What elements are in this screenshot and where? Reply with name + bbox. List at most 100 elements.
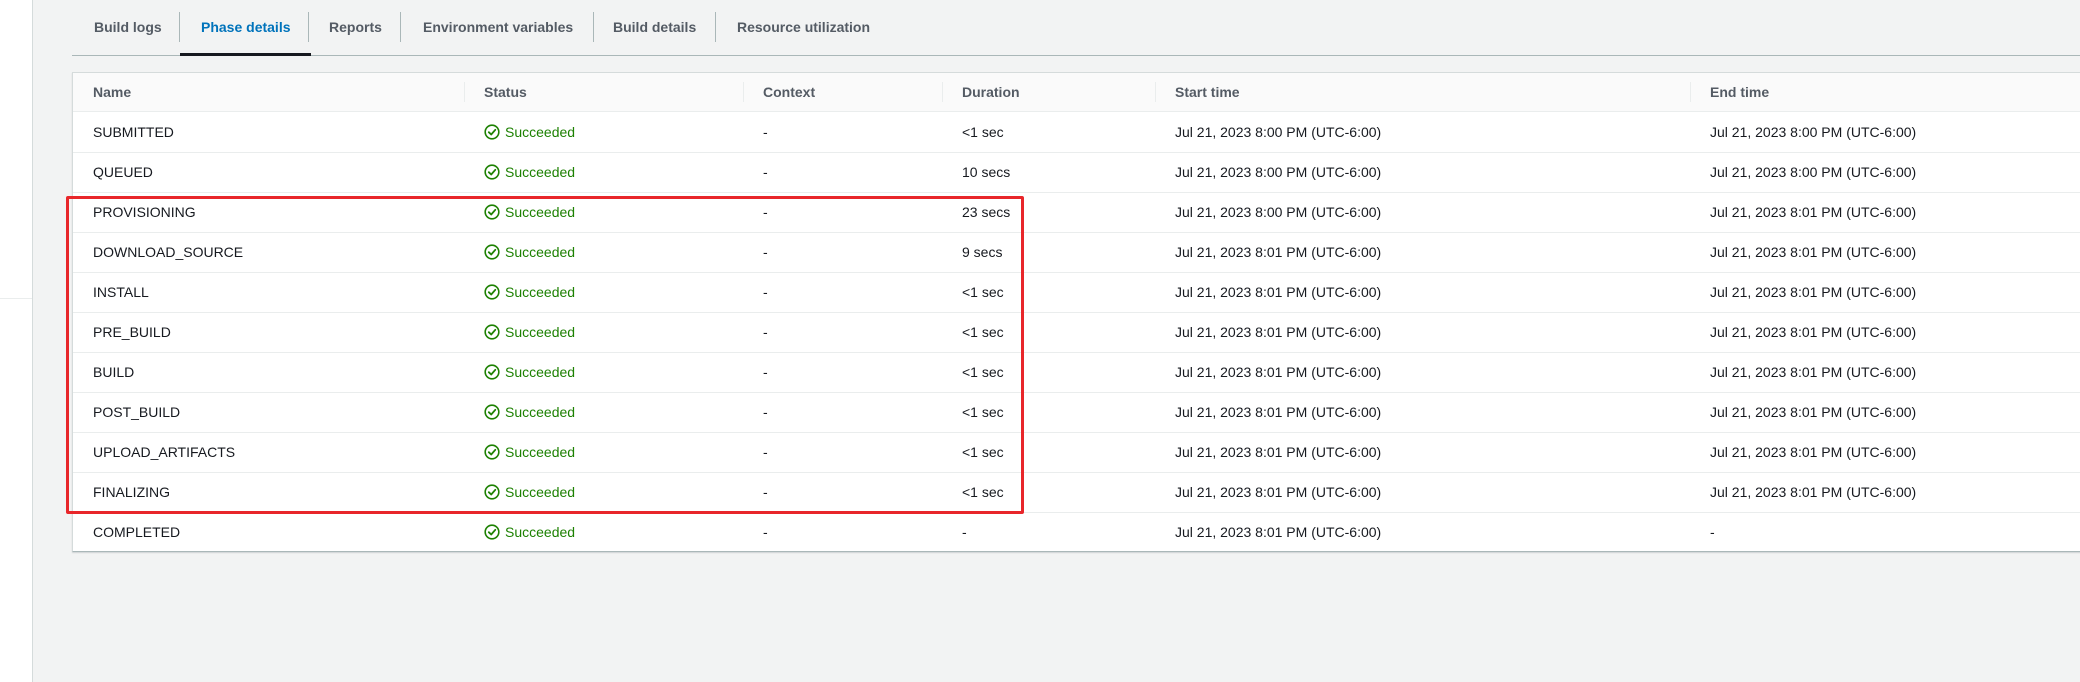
cell-status: Succeeded <box>484 192 684 232</box>
cell-start-time: Jul 21, 2023 8:01 PM (UTC-6:00) <box>1175 324 1382 340</box>
column-header-start-time[interactable]: Start time <box>1175 73 1240 111</box>
cell-duration: <1 sec <box>962 364 1004 380</box>
column-header-duration[interactable]: Duration <box>962 73 1020 111</box>
cell-name: POST_BUILD <box>93 404 181 420</box>
table-row: FINALIZING Succeeded - <1 sec Jul 21, 2023 8… <box>73 472 2080 513</box>
cell-start-time: Jul 21, 2023 8:01 PM (UTC-6:00) <box>1175 524 1382 540</box>
cell-context: - <box>763 244 768 260</box>
column-header-status[interactable]: Status <box>484 73 527 111</box>
tab-resource-utilization[interactable]: Resource utilization <box>737 0 870 55</box>
cell-start-time: Jul 21, 2023 8:00 PM (UTC-6:00) <box>1175 204 1382 220</box>
column-divider <box>743 82 744 102</box>
tab-separator <box>400 12 401 42</box>
cell-status: Succeeded <box>484 272 684 312</box>
cell-context: - <box>763 324 768 340</box>
cell-status: Succeeded <box>484 312 684 352</box>
cell-duration: 9 secs <box>962 244 1003 260</box>
cell-start-time: Jul 21, 2023 8:01 PM (UTC-6:00) <box>1175 364 1382 380</box>
cell-name: DOWNLOAD_SOURCE <box>93 244 244 260</box>
status-label: Succeeded <box>505 484 576 500</box>
tab-build-details[interactable]: Build details <box>613 0 696 55</box>
cell-end-time: Jul 21, 2023 8:01 PM (UTC-6:00) <box>1710 364 1917 380</box>
status-success-icon <box>484 404 500 420</box>
left-navigation-rail <box>0 0 33 682</box>
cell-start-time: Jul 21, 2023 8:00 PM (UTC-6:00) <box>1175 164 1382 180</box>
table-row: BUILD Succeeded - <1 sec Jul 21, 2023 8:01 P… <box>73 352 2080 393</box>
column-header-context[interactable]: Context <box>763 73 815 111</box>
cell-context: - <box>763 204 768 220</box>
cell-end-time: Jul 21, 2023 8:01 PM (UTC-6:00) <box>1710 444 1917 460</box>
cell-context: - <box>763 484 768 500</box>
cell-start-time: Jul 21, 2023 8:01 PM (UTC-6:00) <box>1175 284 1382 300</box>
cell-context: - <box>763 164 768 180</box>
cell-status: Succeeded <box>484 232 684 272</box>
cell-start-time: Jul 21, 2023 8:01 PM (UTC-6:00) <box>1175 404 1382 420</box>
cell-status: Succeeded <box>484 152 684 192</box>
tab-build-logs[interactable]: Build logs <box>94 0 162 55</box>
table-row: SUBMITTED Succeeded - <1 sec Jul 21, 2023 8:… <box>73 112 2080 153</box>
status-label: Succeeded <box>505 284 576 300</box>
status-label: Succeeded <box>505 244 576 260</box>
cell-status: Succeeded <box>484 512 684 552</box>
column-header-name[interactable]: Name <box>93 73 131 111</box>
table-row: PRE_BUILD Succeeded - <1 sec Jul 21, 2023 8:… <box>73 312 2080 353</box>
column-divider <box>1155 82 1156 102</box>
table-row: PROVISIONING Succeeded - 23 secs Jul 21, 202… <box>73 192 2080 233</box>
cell-duration: <1 sec <box>962 404 1004 420</box>
status-label: Succeeded <box>505 404 576 420</box>
cell-duration: <1 sec <box>962 124 1004 140</box>
status-success-icon <box>484 324 500 340</box>
status-label: Succeeded <box>505 364 576 380</box>
cell-name: SUBMITTED <box>93 124 174 140</box>
cell-status: Succeeded <box>484 432 684 472</box>
cell-start-time: Jul 21, 2023 8:01 PM (UTC-6:00) <box>1175 244 1382 260</box>
status-label: Succeeded <box>505 124 576 140</box>
column-divider <box>464 82 465 102</box>
tab-phase-details[interactable]: Phase details <box>180 0 310 56</box>
column-divider <box>942 82 943 102</box>
cell-start-time: Jul 21, 2023 8:01 PM (UTC-6:00) <box>1175 444 1382 460</box>
cell-start-time: Jul 21, 2023 8:01 PM (UTC-6:00) <box>1175 484 1382 500</box>
cell-end-time: Jul 21, 2023 8:01 PM (UTC-6:00) <box>1710 404 1917 420</box>
tab-environment-variables[interactable]: Environment variables <box>423 0 573 55</box>
table-header: Name Status Context Duration Start time … <box>73 73 2080 112</box>
column-header-end-time[interactable]: End time <box>1710 73 1769 111</box>
table-row: DOWNLOAD_SOURCE Succeeded - 9 secs Jul 21, 2… <box>73 232 2080 273</box>
cell-end-time: - <box>1710 524 1715 540</box>
status-success-icon <box>484 124 500 140</box>
tab-separator <box>308 12 309 42</box>
table-row: UPLOAD_ARTIFACTS Succeeded - <1 sec Jul 21, … <box>73 432 2080 473</box>
cell-duration: 23 secs <box>962 204 1011 220</box>
cell-name: COMPLETED <box>93 524 181 540</box>
cell-context: - <box>763 444 768 460</box>
cell-end-time: Jul 21, 2023 8:01 PM (UTC-6:00) <box>1710 324 1917 340</box>
status-success-icon <box>484 244 500 260</box>
table-row: POST_BUILD Succeeded - <1 sec Jul 21, 2023 8… <box>73 392 2080 433</box>
cell-name: INSTALL <box>93 284 149 300</box>
cell-end-time: Jul 21, 2023 8:01 PM (UTC-6:00) <box>1710 484 1917 500</box>
status-label: Succeeded <box>505 204 576 220</box>
table-row: QUEUED Succeeded - 10 secs Jul 21, 2023 8:00… <box>73 152 2080 193</box>
cell-end-time: Jul 21, 2023 8:01 PM (UTC-6:00) <box>1710 204 1917 220</box>
cell-duration: <1 sec <box>962 444 1004 460</box>
cell-context: - <box>763 124 768 140</box>
cell-name: FINALIZING <box>93 484 171 500</box>
table-row: INSTALL Succeeded - <1 sec Jul 21, 2023 8:01… <box>73 272 2080 313</box>
cell-end-time: Jul 21, 2023 8:00 PM (UTC-6:00) <box>1710 164 1917 180</box>
cell-name: QUEUED <box>93 164 153 180</box>
status-success-icon <box>484 444 500 460</box>
status-success-icon <box>484 524 500 540</box>
cell-duration: <1 sec <box>962 284 1004 300</box>
cell-status: Succeeded <box>484 112 684 152</box>
cell-end-time: Jul 21, 2023 8:01 PM (UTC-6:00) <box>1710 284 1917 300</box>
cell-duration: - <box>962 524 967 540</box>
status-label: Succeeded <box>505 444 576 460</box>
status-success-icon <box>484 204 500 220</box>
cell-start-time: Jul 21, 2023 8:00 PM (UTC-6:00) <box>1175 124 1382 140</box>
rail-divider <box>0 298 32 299</box>
tab-reports[interactable]: Reports <box>329 0 382 55</box>
tab-separator <box>715 12 716 42</box>
cell-context: - <box>763 284 768 300</box>
cell-name: UPLOAD_ARTIFACTS <box>93 444 236 460</box>
status-success-icon <box>484 284 500 300</box>
